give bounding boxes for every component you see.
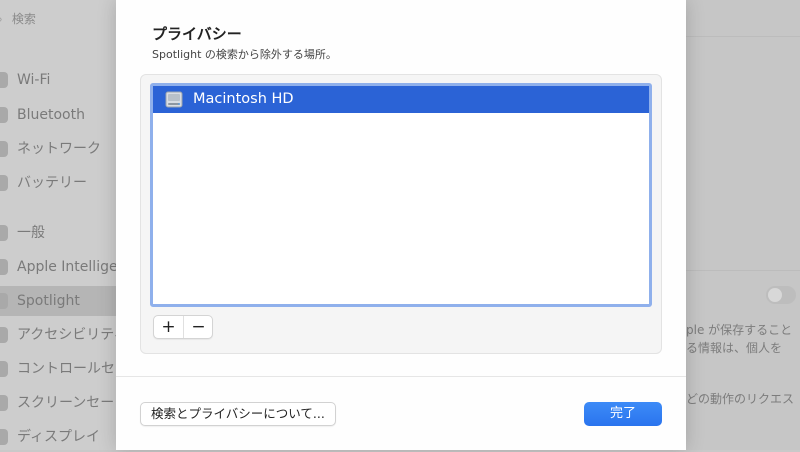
sidebar-item-label: コントロールセ xyxy=(17,361,115,377)
divider xyxy=(686,36,800,37)
sidebar-item-apple-intelligence: Apple Intellige xyxy=(0,252,116,282)
sidebar-item-label: ネットワーク xyxy=(17,141,101,157)
divider xyxy=(686,270,800,271)
apple-intelligence-icon xyxy=(0,259,8,275)
background-search-field: ⌕ 検索 xyxy=(0,8,110,30)
remove-button[interactable]: − xyxy=(183,316,213,338)
background-content-pane xyxy=(686,0,800,450)
sidebar-item-label: Wi-Fi xyxy=(17,72,51,88)
sidebar-item-bluetooth: Bluetooth xyxy=(0,100,116,130)
sidebar-item-label: バッテリー xyxy=(17,175,87,191)
sidebar-item-label: 一般 xyxy=(17,225,45,241)
sidebar-item-label: ディスプレイ xyxy=(17,429,101,445)
spotlight-icon xyxy=(0,293,8,309)
bluetooth-icon xyxy=(0,107,8,123)
search-icon: ⌕ xyxy=(0,8,8,30)
background-toggle xyxy=(766,286,796,304)
sidebar-item-label: Spotlight xyxy=(17,293,80,309)
background-text: る情報は、個人を xyxy=(686,341,783,355)
wifi-icon xyxy=(0,72,8,88)
sheet-subtitle: Spotlight の検索から除外する場所。 xyxy=(152,48,337,61)
display-icon xyxy=(0,429,8,445)
exclusion-panel: Macintosh HD + − xyxy=(140,74,662,354)
sheet-title: プライバシー xyxy=(152,25,242,43)
about-search-privacy-button[interactable]: 検索とプライバシーについて... xyxy=(140,402,336,426)
sidebar-item-label: アクセシビリティ xyxy=(17,327,116,343)
battery-icon xyxy=(0,175,8,191)
sheet-divider xyxy=(116,376,686,377)
excluded-locations-list[interactable]: Macintosh HD xyxy=(150,83,652,307)
add-button[interactable]: + xyxy=(154,316,183,338)
sidebar-item-wifi: Wi-Fi xyxy=(0,65,116,95)
sidebar-item-spotlight: Spotlight xyxy=(0,286,116,316)
sidebar-item-label: スクリーンセー xyxy=(17,395,115,411)
hard-disk-icon xyxy=(165,91,183,108)
list-item[interactable]: Macintosh HD xyxy=(153,86,649,113)
background-text: どの動作のリクエス xyxy=(686,392,795,406)
sidebar-item-label: Bluetooth xyxy=(17,107,85,123)
done-button[interactable]: 完了 xyxy=(584,402,662,426)
background-search-placeholder: 検索 xyxy=(11,12,36,26)
sidebar-item-screensaver: スクリーンセー xyxy=(0,388,116,418)
list-item-label: Macintosh HD xyxy=(193,91,294,107)
accessibility-icon xyxy=(0,327,8,343)
screensaver-icon xyxy=(0,395,8,411)
sidebar-item-display: ディスプレイ xyxy=(0,422,116,452)
sidebar-item-network: ネットワーク xyxy=(0,134,116,164)
sidebar-item-battery: バッテリー xyxy=(0,168,116,198)
privacy-sheet: プライバシー Spotlight の検索から除外する場所。 Macintosh … xyxy=(116,0,686,450)
background-text: ple が保存すること xyxy=(686,323,793,337)
add-remove-control: + − xyxy=(153,315,213,339)
background-sidebar: ⌕ 検索 Wi-Fi Bluetooth ネットワーク バッテリー 一般 App… xyxy=(0,0,116,450)
sidebar-item-control-center: コントロールセ xyxy=(0,354,116,384)
sidebar-item-general: 一般 xyxy=(0,218,116,248)
sidebar-item-accessibility: アクセシビリティ xyxy=(0,320,116,350)
network-icon xyxy=(0,141,8,157)
gear-icon xyxy=(0,225,8,241)
sidebar-item-label: Apple Intellige xyxy=(17,259,116,275)
control-center-icon xyxy=(0,361,8,377)
